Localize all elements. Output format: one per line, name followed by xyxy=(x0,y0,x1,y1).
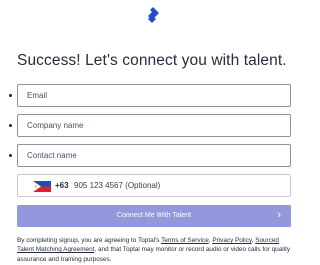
required-indicator xyxy=(9,154,12,157)
required-indicator xyxy=(9,94,12,97)
contact-row xyxy=(8,144,291,167)
page-title: Success! Let's connect you with talent. xyxy=(17,52,287,69)
company-row xyxy=(8,114,291,137)
email-row xyxy=(8,84,291,107)
company-name-field[interactable] xyxy=(18,115,290,136)
philippines-flag-icon[interactable] xyxy=(33,181,51,192)
connect-me-button-label: Connect Me With Talent xyxy=(116,212,192,219)
email-field-box xyxy=(17,84,291,107)
phone-input[interactable] xyxy=(70,175,280,196)
dial-code: +63 xyxy=(55,181,69,190)
connect-me-button[interactable]: Connect Me With Talent › xyxy=(17,205,291,227)
terms-notice: By completing signup, you are agreeing t… xyxy=(17,237,291,263)
contact-name-field[interactable] xyxy=(18,145,290,166)
contact-field-box xyxy=(17,144,291,167)
terms-of-service-link[interactable]: Terms of Service xyxy=(161,237,209,244)
required-indicator xyxy=(9,124,12,127)
privacy-policy-link[interactable]: Privacy Policy xyxy=(212,237,251,244)
email-field[interactable] xyxy=(18,85,290,106)
phone-field-box: +63 xyxy=(17,174,291,197)
company-field-box xyxy=(17,114,291,137)
toptal-logo-icon[interactable] xyxy=(144,6,162,26)
chevron-right-icon: › xyxy=(277,209,281,221)
